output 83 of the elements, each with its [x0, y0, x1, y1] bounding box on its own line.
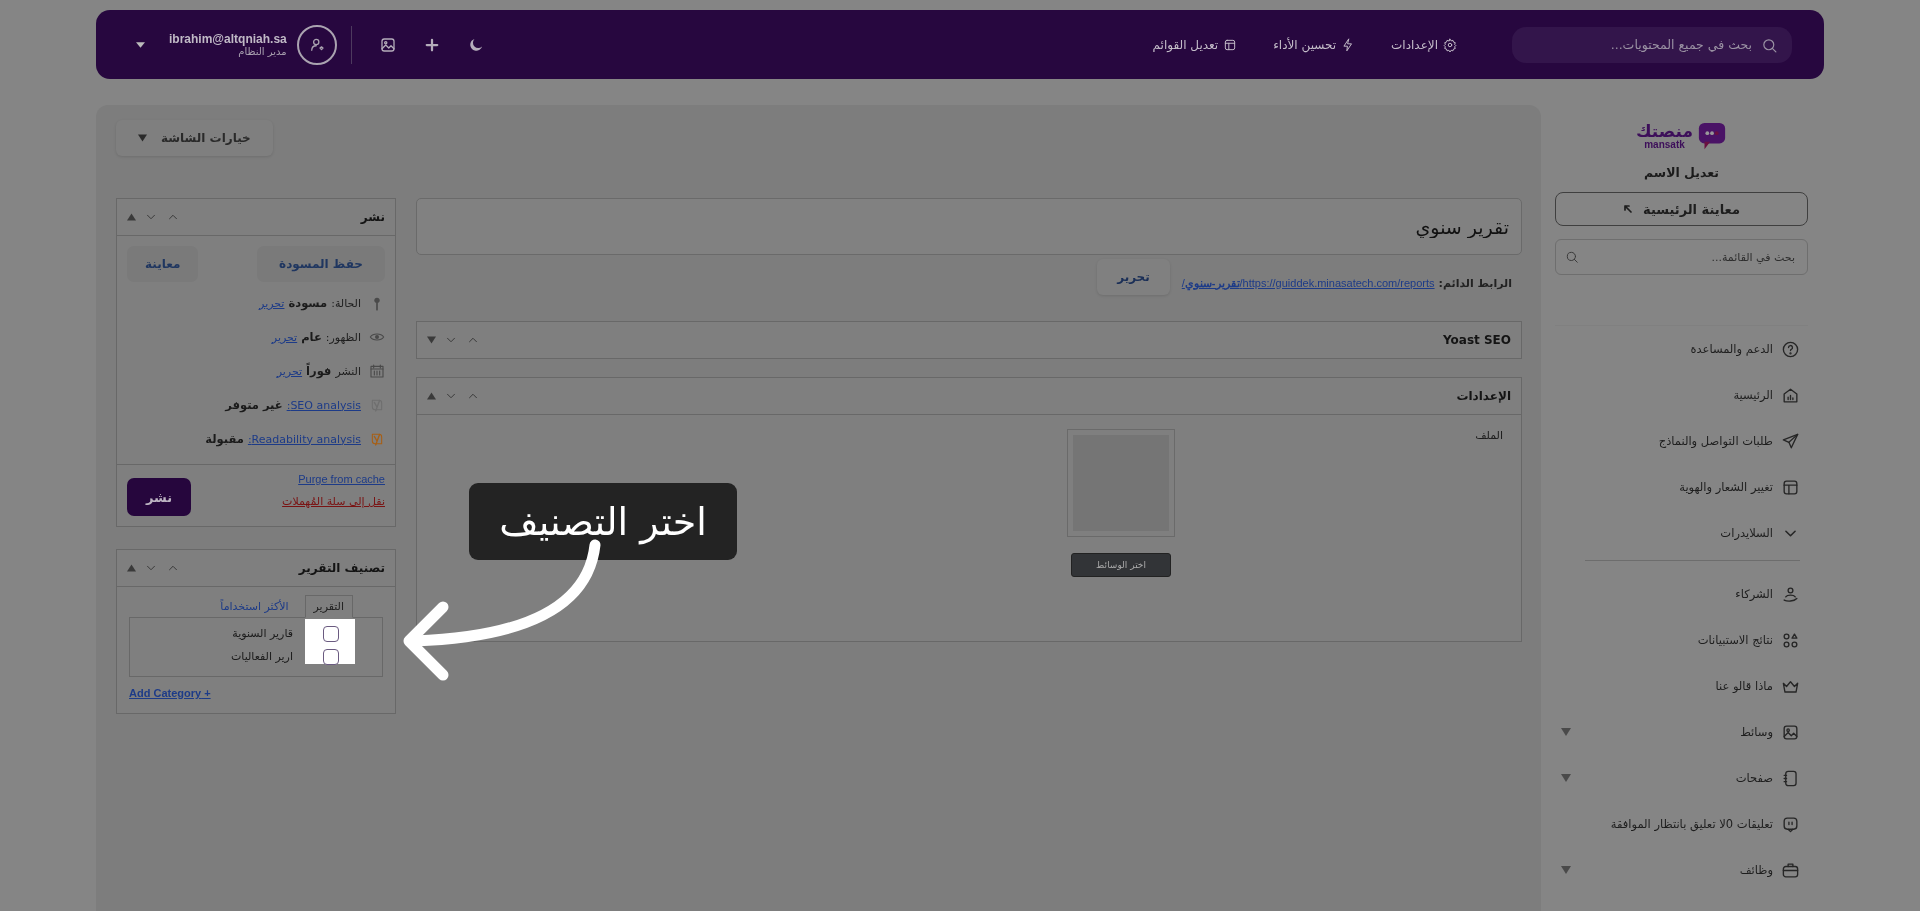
- trash-link[interactable]: نقل إلى سلة المُهملات: [282, 495, 385, 508]
- search-field[interactable]: بحث في القائمة...: [1555, 239, 1808, 275]
- box-title: تصنيف التقرير: [298, 561, 385, 575]
- logo-name: منصتك: [1636, 122, 1693, 140]
- row-label: الظهور:: [325, 330, 361, 344]
- menu-item[interactable]: تعليقات 0لا تعليق بانتظار الموافقة: [1555, 801, 1808, 847]
- publish-button[interactable]: نشر: [127, 478, 191, 516]
- row-label: النشر: [335, 364, 361, 378]
- gear-icon: [1443, 37, 1457, 52]
- chat-icon: [1781, 814, 1800, 834]
- choose-media-button[interactable]: اختر الوسائط: [1071, 553, 1171, 577]
- avatar[interactable]: [296, 24, 337, 65]
- box-title: Yoast SEO: [1442, 333, 1511, 347]
- menu-item[interactable]: الشركاء: [1555, 571, 1808, 617]
- menu-item[interactable]: طلبات التواصل والنماذج: [1555, 418, 1808, 464]
- add-category-link[interactable]: + Add Category: [129, 687, 383, 699]
- menu-item[interactable]: الدعم والمساعدة: [1555, 326, 1808, 372]
- save-draft-button[interactable]: حفظ المسودة: [257, 246, 385, 282]
- edit-link[interactable]: تحرير: [276, 364, 303, 378]
- person-icon: [1781, 584, 1800, 604]
- nav-link[interactable]: تحسين الأداء: [1273, 37, 1356, 52]
- category-label: قارير السنوية: [232, 627, 293, 640]
- user-email: ibrahim@altqniah.sa: [169, 32, 287, 46]
- edit-link[interactable]: تحرير: [271, 330, 298, 344]
- toggle-icon[interactable]: [127, 564, 136, 572]
- layout-icon: [1223, 37, 1238, 52]
- send-icon: [1781, 431, 1800, 451]
- screen-options-button[interactable]: خيارات الشاشة: [116, 120, 273, 156]
- search-field[interactable]: بحث في جميع المحتويات...: [1512, 26, 1792, 63]
- preview-button[interactable]: معاينة: [127, 246, 199, 282]
- menu-item[interactable]: ماذا قالو عنا: [1555, 663, 1808, 709]
- briefcase-icon: [1781, 860, 1800, 880]
- menu-item[interactable]: نتائج الاستبيانات: [1555, 617, 1808, 663]
- home-icon: [1781, 385, 1800, 405]
- caret-icon: [138, 134, 147, 142]
- chat-bubble-icon: [1697, 121, 1727, 151]
- site-name: تعديل الاسم: [1644, 165, 1719, 180]
- row-value: عام: [301, 330, 322, 344]
- purge-cache-link[interactable]: Purge from cache: [282, 473, 385, 485]
- analysis-link[interactable]: Readability analysis:: [247, 432, 361, 446]
- title-field[interactable]: تقرير سنوي: [416, 198, 1522, 255]
- nav-link[interactable]: الإعدادات: [1391, 37, 1457, 52]
- menu-item[interactable]: وظائف: [1555, 847, 1808, 893]
- menu-item[interactable]: وسائط: [1555, 709, 1808, 755]
- image-icon[interactable]: [378, 35, 397, 54]
- field-label: الملف: [1474, 429, 1503, 444]
- user-role: مدير النظام: [238, 46, 287, 57]
- calendar-icon: [369, 363, 385, 379]
- shapes-icon: [1781, 630, 1800, 650]
- analysis-link[interactable]: SEO analysis:: [286, 398, 361, 412]
- menu-item[interactable]: صفحات: [1555, 755, 1808, 801]
- tooltip: اختر التصنيف: [469, 483, 737, 560]
- permalink-label: الرابط الدائم:: [1438, 276, 1512, 290]
- edit-button[interactable]: تحرير: [1097, 259, 1170, 295]
- row-value: فوراً: [306, 364, 332, 378]
- box-title: نشر: [360, 210, 385, 224]
- edit-link[interactable]: تحرير: [259, 296, 285, 310]
- menu-item[interactable]: تغيير الشعار والهوية: [1555, 464, 1808, 510]
- nav-link[interactable]: تعديل القوائم: [1152, 37, 1238, 52]
- search-icon: [1565, 250, 1579, 264]
- row-label: الحالة:: [331, 296, 361, 310]
- category-label: ارير الفعاليات: [231, 650, 293, 663]
- layout-icon: [1781, 477, 1800, 497]
- row-value: غير متوفر: [225, 398, 283, 412]
- toggle-icon[interactable]: [427, 392, 436, 400]
- preview-button[interactable]: معاينة الرئيسية: [1555, 192, 1808, 226]
- image-icon: [1781, 722, 1800, 742]
- toggle-icon[interactable]: [127, 213, 136, 221]
- category-tab[interactable]: الأكثر استخداماً: [212, 596, 297, 617]
- logo-subtitle: mansatk: [1644, 139, 1685, 150]
- toggle-icon[interactable]: [427, 336, 436, 344]
- box-title: الإعدادات: [1456, 389, 1511, 403]
- search-icon: [1761, 36, 1778, 54]
- help-icon: [1781, 339, 1800, 359]
- chevron-down-icon: [1785, 529, 1796, 537]
- arrow-icon: [1623, 204, 1634, 214]
- row-value: مقبولة: [205, 432, 244, 446]
- caret-icon[interactable]: [136, 41, 145, 48]
- notebook-icon: [1781, 768, 1800, 788]
- category-tab[interactable]: التقرير: [304, 595, 353, 618]
- menu-item[interactable]: الرئيسية: [1555, 372, 1808, 418]
- menu-item[interactable]: السلايدرات: [1555, 510, 1808, 556]
- row-value: مسودة: [288, 296, 328, 310]
